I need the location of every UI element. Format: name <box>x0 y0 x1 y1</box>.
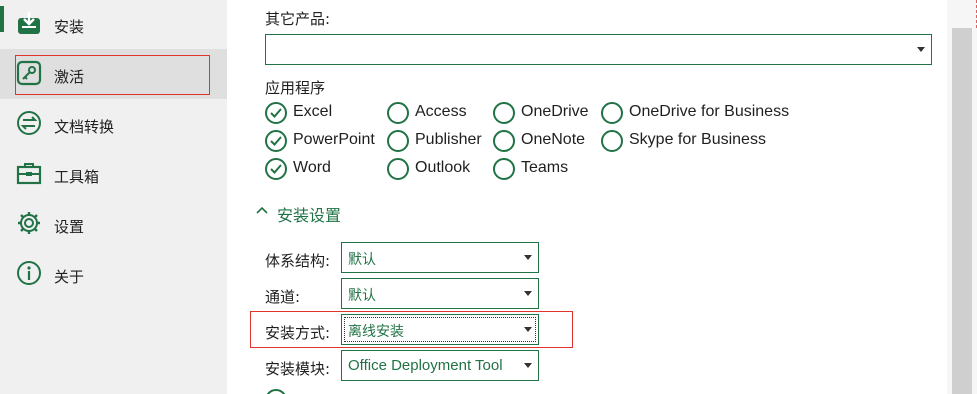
app-option-label: Excel <box>293 103 333 120</box>
app-option-label: OneNote <box>521 131 586 148</box>
app-option-label: Word <box>293 159 331 176</box>
select-value: 离线安装 <box>348 324 404 340</box>
app-option-label: OneDrive <box>521 103 589 120</box>
sidebar: 安装 激活 文档转换 工具箱 设置 关于 <box>0 0 227 394</box>
chevron-up-icon <box>255 205 269 215</box>
unchecked-circle-icon <box>387 130 409 152</box>
scrollbar-thumb[interactable] <box>952 28 972 394</box>
chevron-down-icon <box>524 363 532 368</box>
field-label: 安装模块: <box>265 360 331 378</box>
radio-circle-partial[interactable] <box>265 389 287 394</box>
app-option-label: PowerPoint <box>293 131 375 148</box>
checkmark-icon <box>265 130 287 152</box>
unchecked-circle-icon <box>387 102 409 124</box>
sidebar-item-settings[interactable]: 设置 <box>0 199 227 249</box>
apps-label: 应用程序 <box>265 79 326 97</box>
sidebar-item-about[interactable]: 关于 <box>0 249 227 299</box>
app-option-label: Skype for Business <box>629 131 766 148</box>
install-module-select[interactable]: Office Deployment Tool <box>341 350 539 381</box>
scrollbar-top <box>947 0 977 28</box>
field-label: 安装方式: <box>265 324 331 342</box>
other-products-select[interactable] <box>265 34 932 65</box>
chevron-down-icon <box>524 327 532 332</box>
sidebar-item-label: 文档转换 <box>54 118 115 136</box>
sidebar-item-label: 设置 <box>54 218 85 236</box>
vertical-scrollbar[interactable] <box>947 0 977 394</box>
app-option-label: Teams <box>521 159 569 176</box>
chevron-down-icon <box>524 291 532 296</box>
office-tool-window: 安装 激活 文档转换 工具箱 设置 关于 其它产品: 应用程序 Excel Ac… <box>0 0 977 394</box>
other-products-label: 其它产品: <box>265 10 331 28</box>
checkmark-icon <box>265 102 287 124</box>
select-value: 默认 <box>348 252 376 268</box>
unchecked-circle-icon <box>601 102 623 124</box>
unchecked-circle-icon <box>493 130 515 152</box>
sidebar-item-label: 安装 <box>54 18 85 36</box>
toolbox-icon <box>16 160 42 186</box>
gear-icon <box>16 210 42 236</box>
unchecked-circle-icon <box>493 102 515 124</box>
app-option-label: Outlook <box>415 159 471 176</box>
active-indicator <box>0 6 4 32</box>
chevron-down-icon <box>917 47 925 52</box>
convert-icon <box>16 110 42 136</box>
info-icon <box>16 260 42 286</box>
key-icon <box>16 60 42 86</box>
checkmark-icon <box>265 158 287 180</box>
app-option-label: OneDrive for Business <box>629 103 790 120</box>
field-label: 通道: <box>265 288 301 306</box>
unchecked-circle-icon <box>601 130 623 152</box>
sidebar-item-install[interactable]: 安装 <box>0 0 227 50</box>
chevron-down-icon <box>524 255 532 260</box>
sidebar-item-toolbox[interactable]: 工具箱 <box>0 149 227 199</box>
app-option-label: Access <box>415 103 467 120</box>
sidebar-item-convert[interactable]: 文档转换 <box>0 99 227 149</box>
select-value: Office Deployment Tool <box>348 357 503 374</box>
main-panel: 其它产品: 应用程序 Excel Access OneDrive OneDriv… <box>227 0 947 394</box>
channel-select[interactable]: 默认 <box>341 278 539 309</box>
section-title: 安装设置 <box>277 206 342 225</box>
sidebar-item-label: 激活 <box>54 68 85 86</box>
unchecked-circle-icon <box>493 158 515 180</box>
sidebar-item-label: 关于 <box>54 268 85 286</box>
field-label: 体系结构: <box>265 252 331 270</box>
sidebar-item-label: 工具箱 <box>54 168 100 186</box>
install-icon <box>16 10 42 36</box>
app-option-label: Publisher <box>415 131 482 148</box>
unchecked-circle-icon <box>387 158 409 180</box>
install-mode-select[interactable]: 离线安装 <box>341 314 539 345</box>
architecture-select[interactable]: 默认 <box>341 242 539 273</box>
sidebar-item-activate[interactable]: 激活 <box>0 49 227 99</box>
select-value: 默认 <box>348 288 376 304</box>
